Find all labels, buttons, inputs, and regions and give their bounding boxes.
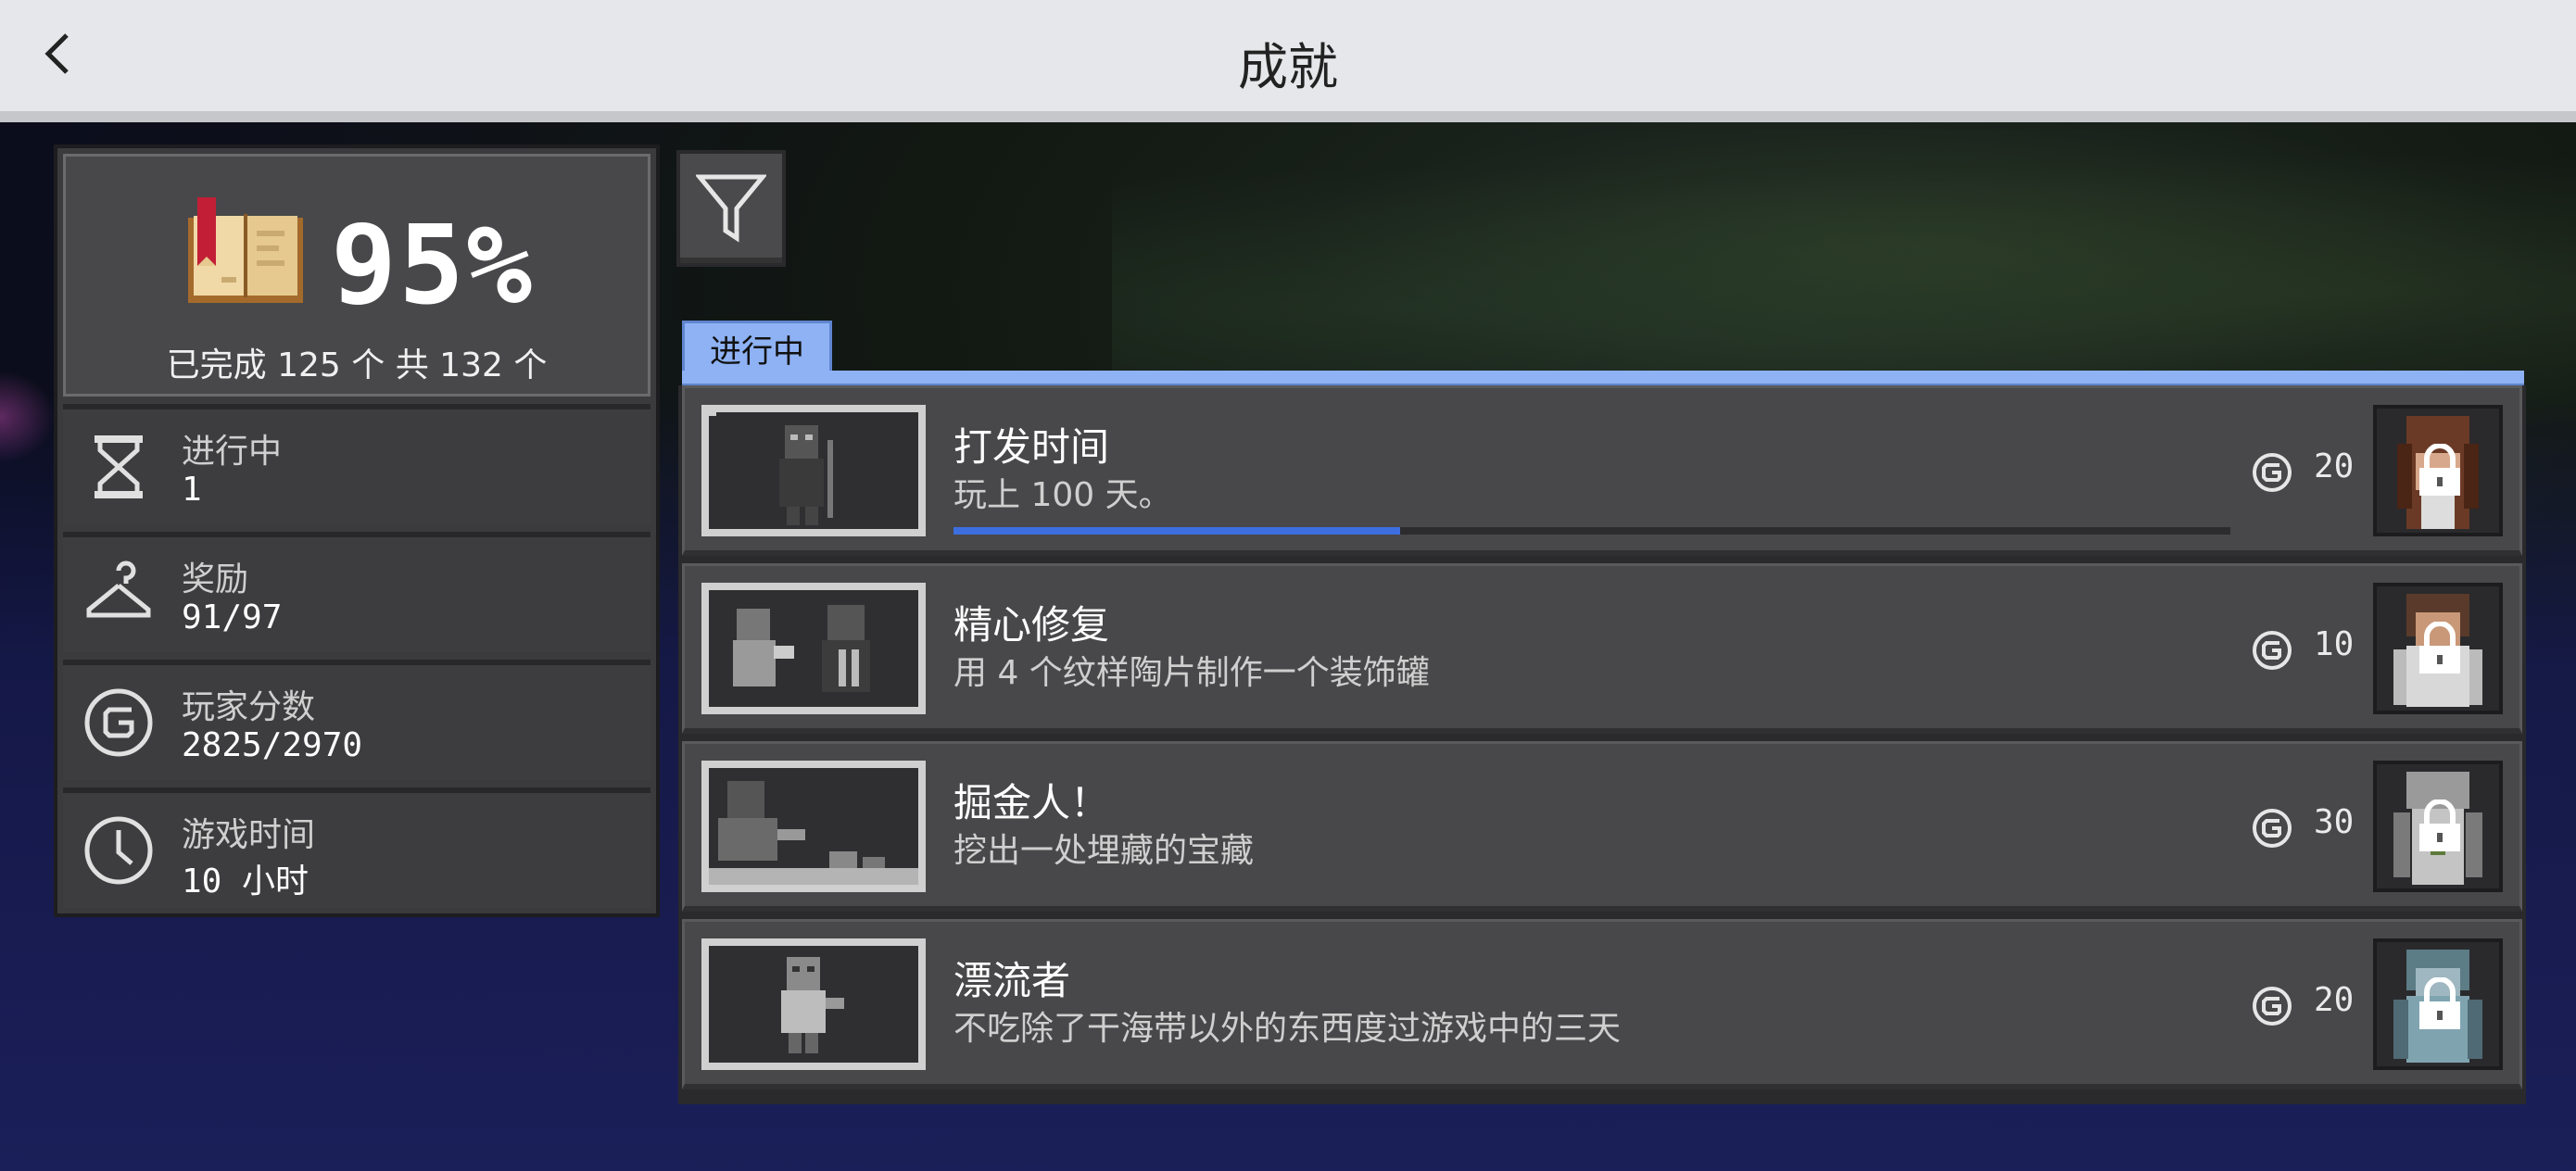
lock-icon [2419, 444, 2460, 496]
gamerscore-icon [2253, 631, 2292, 670]
lock-icon [2419, 800, 2460, 851]
stat-value: 91/97 [182, 598, 283, 636]
stat-rewards: 奖励 91/97 [63, 532, 650, 652]
gamerscore-icon [84, 688, 153, 757]
character-art-icon [709, 781, 918, 885]
background-flowers [0, 371, 56, 463]
achievement-score: 30 [2314, 803, 2355, 841]
achievement-title: 精心修复 [953, 602, 1110, 648]
achievement-description: 玩上 100 天。 [953, 476, 1172, 514]
gamerscore-icon [2253, 809, 2292, 848]
achievement-image [701, 583, 926, 714]
achievement-score: 20 [2314, 447, 2355, 485]
stat-label: 进行中 [182, 433, 283, 471]
lock-icon [2419, 622, 2460, 674]
reward-preview[interactable] [2373, 583, 2503, 714]
achievement-description: 用 4 个纹样陶片制作一个装饰罐 [953, 654, 1430, 692]
gamerscore-icon [2253, 987, 2292, 1026]
gamerscore-icon [2253, 453, 2292, 492]
achievement-row[interactable]: 掘金人！ 挖出一处埋藏的宝藏 30 [682, 741, 2522, 912]
reward-preview[interactable] [2373, 761, 2503, 892]
stat-value: 10 小时 [182, 863, 309, 900]
achievement-row[interactable]: 打发时间 玩上 100 天。 20 [682, 385, 2522, 556]
achievement-row[interactable]: 漂流者 不吃除了干海带以外的东西度过游戏中的三天 20 [682, 919, 2522, 1089]
achievement-row[interactable]: 精心修复 用 4 个纹样陶片制作一个装饰罐 10 [682, 563, 2522, 734]
achievement-image [701, 405, 926, 536]
character-art-icon [779, 425, 833, 525]
tab-in-progress[interactable]: 进行中 [682, 321, 832, 376]
achievement-image [701, 938, 926, 1070]
completion-count: 已完成 125 个 共 132 个 [166, 346, 548, 384]
book-icon [188, 197, 303, 303]
lock-icon [2419, 977, 2460, 1029]
stat-playtime: 游戏时间 10 小时 [63, 787, 650, 908]
stat-label: 奖励 [182, 560, 249, 598]
stat-in-progress: 进行中 1 [63, 404, 650, 524]
stats-panel: 95% 已完成 125 个 共 132 个 进行中 1 奖励 91/97 玩家分… [54, 145, 660, 917]
completion-percent: 95% [331, 201, 535, 329]
clock-icon [84, 816, 153, 885]
hourglass-icon [95, 435, 143, 498]
achievement-list: 打发时间 玩上 100 天。 20 精心修复 用 4 个纹样陶片制作一个装饰罐 … [678, 385, 2526, 1104]
achievement-score: 20 [2314, 981, 2355, 1019]
achievement-score: 10 [2314, 625, 2355, 663]
character-art-icon [733, 605, 870, 692]
tab-underline [682, 371, 2524, 385]
progress-bar [953, 527, 2230, 535]
filter-button[interactable] [676, 150, 786, 267]
hanger-icon [86, 560, 151, 618]
character-art-icon [781, 957, 844, 1053]
completion-summary: 95% 已完成 125 个 共 132 个 [63, 154, 650, 397]
achievement-image [701, 761, 926, 892]
progress-bar-fill [953, 527, 1401, 535]
achievement-title: 打发时间 [953, 424, 1110, 470]
achievement-description: 挖出一处埋藏的宝藏 [953, 832, 1255, 870]
stat-value: 2825/2970 [182, 726, 363, 764]
achievement-title: 掘金人！ [953, 780, 1110, 825]
stat-label: 游戏时间 [182, 816, 316, 854]
stat-value: 1 [182, 471, 202, 509]
reward-preview[interactable] [2373, 938, 2503, 1070]
achievement-description: 不吃除了干海带以外的东西度过游戏中的三天 [953, 1010, 1622, 1048]
stat-label: 玩家分数 [182, 688, 316, 726]
reward-preview[interactable] [2373, 405, 2503, 536]
top-bar: 成就 [0, 0, 2576, 122]
achievement-title: 漂流者 [953, 958, 1071, 1003]
page-title: 成就 [1238, 38, 1338, 96]
stat-gamerscore: 玩家分数 2825/2970 [63, 660, 650, 780]
funnel-icon [696, 174, 766, 243]
